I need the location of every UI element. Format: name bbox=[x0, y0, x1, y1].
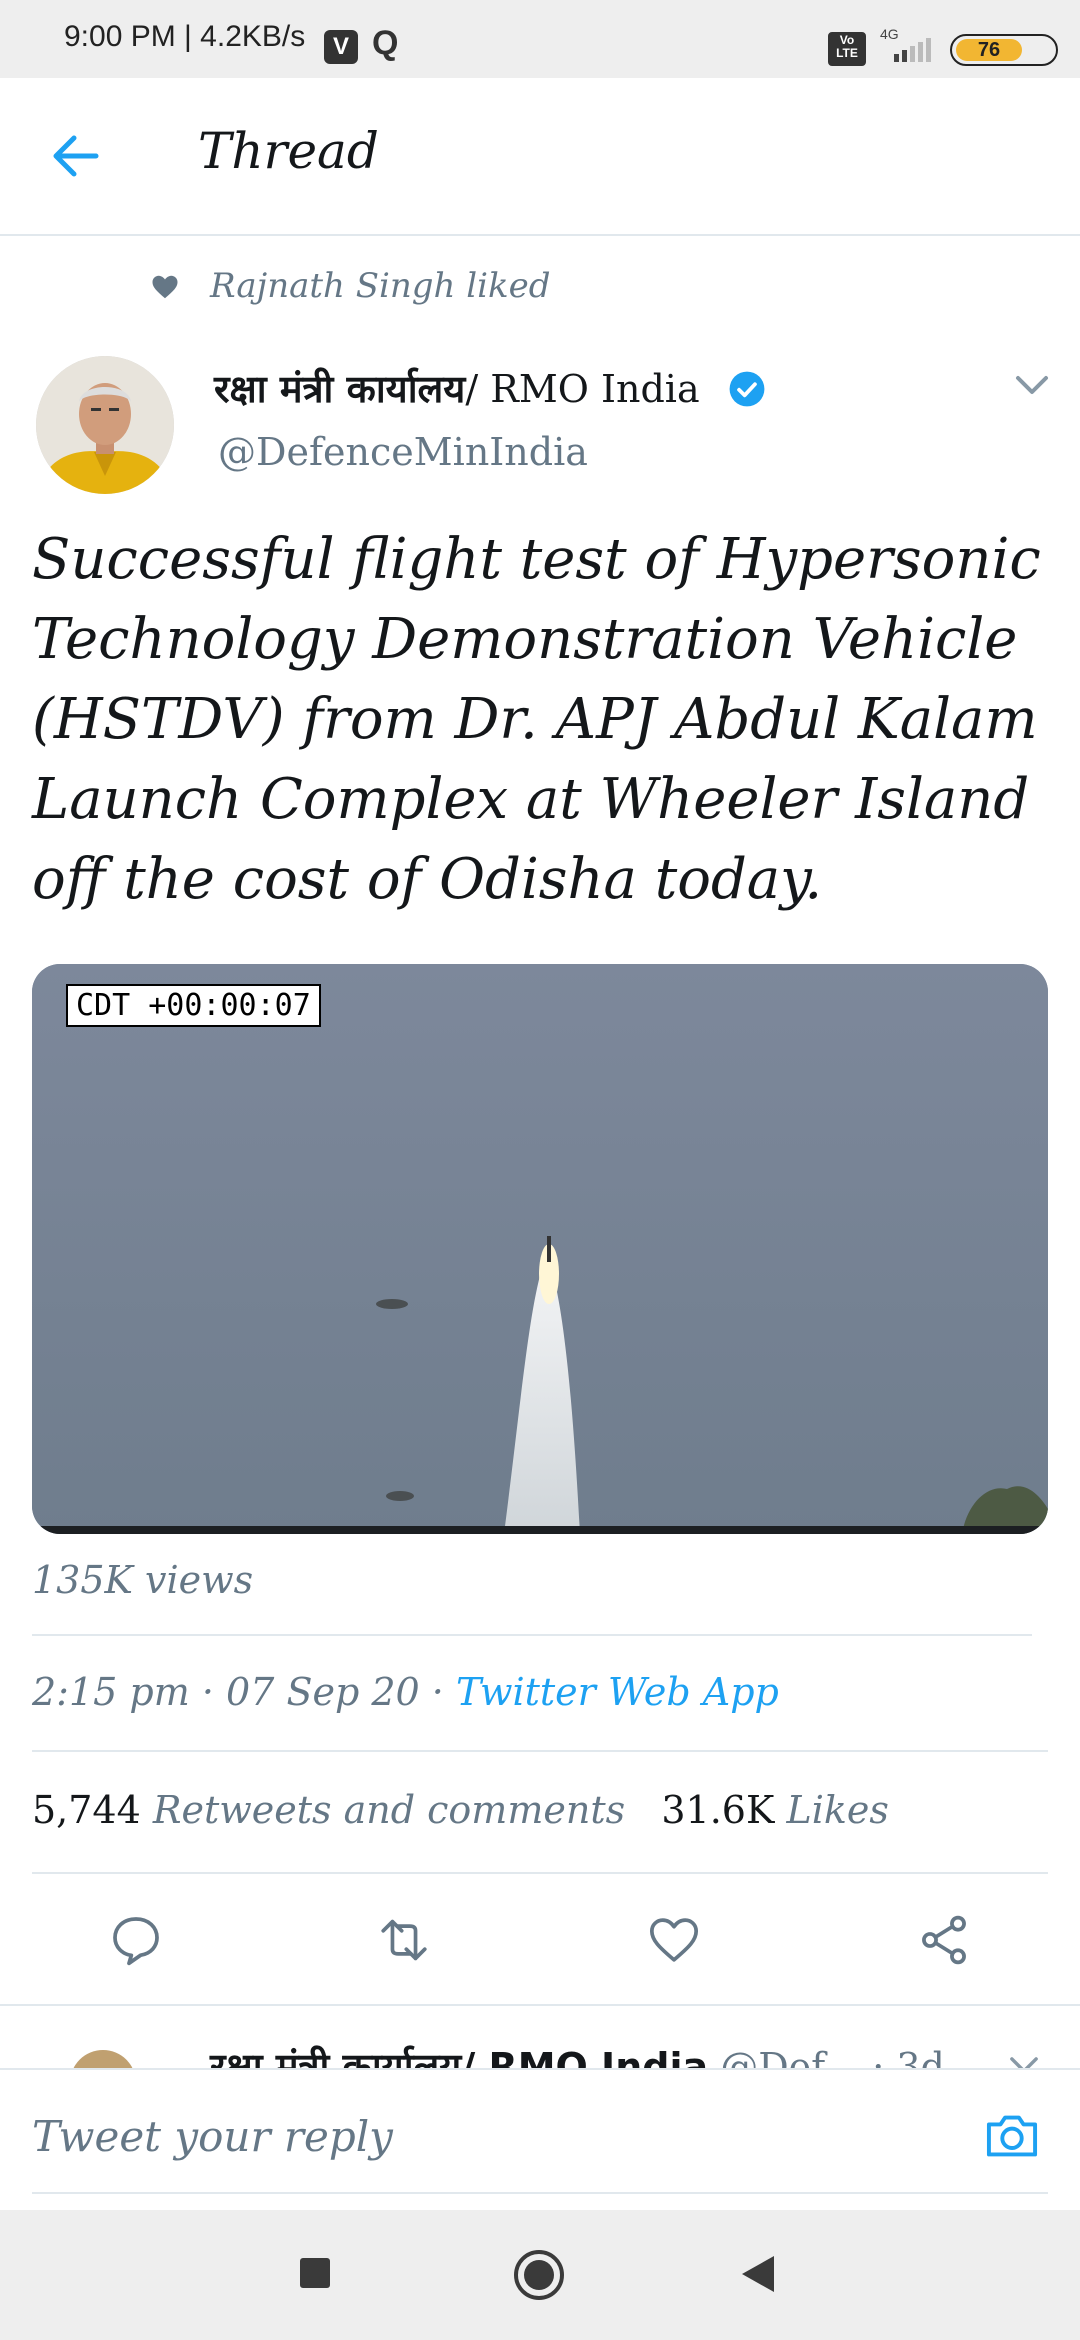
verified-badge-icon bbox=[728, 370, 766, 412]
author-name-latin: / RMO India bbox=[465, 367, 700, 411]
app-header bbox=[0, 78, 1080, 236]
back-arrow-icon[interactable] bbox=[46, 126, 106, 186]
author-name-hindi: रक्षा मंत्री कार्यालय bbox=[214, 367, 466, 411]
divider bbox=[0, 2004, 1080, 2006]
heart-outline-icon bbox=[649, 1918, 699, 1962]
video-timestamp-overlay: CDT +00:00:07 bbox=[66, 984, 321, 1027]
retweet-button[interactable] bbox=[364, 1900, 444, 1980]
author-handle[interactable]: @DefenceMinIndia bbox=[218, 430, 588, 474]
next-tweet-header: रक्षा मंत्री कार्यालय/ RMO India @Def...… bbox=[210, 2040, 945, 2068]
retweet-icon bbox=[381, 1919, 427, 1961]
tweet-text: Successful flight test of Hypersonic Tec… bbox=[32, 527, 1041, 912]
heart-icon bbox=[150, 272, 180, 306]
retweet-label[interactable]: Retweets and comments bbox=[153, 1788, 625, 1832]
like-count[interactable]: 31.6K bbox=[661, 1788, 774, 1832]
tweet-timestamp: 2:15 pm · 07 Sep 20 · bbox=[32, 1670, 456, 1714]
app-q-icon: Q bbox=[372, 24, 399, 62]
battery-icon: 76 bbox=[950, 34, 1058, 66]
divider bbox=[32, 1634, 1032, 1636]
back-icon[interactable] bbox=[740, 2254, 776, 2298]
avatar[interactable] bbox=[36, 356, 174, 494]
divider bbox=[32, 1872, 1048, 1874]
share-icon bbox=[922, 1915, 966, 1965]
tweet-stats: 5,744 Retweets and comments 31.6K Likes bbox=[32, 1788, 889, 1832]
retweet-count[interactable]: 5,744 bbox=[32, 1788, 141, 1832]
next-tweet-age: · 3d bbox=[872, 2045, 945, 2068]
like-button[interactable] bbox=[634, 1900, 714, 1980]
page-title: Thread bbox=[198, 122, 379, 180]
tweet-source-link[interactable]: Twitter Web App bbox=[456, 1670, 779, 1714]
liked-by-text: Rajnath Singh liked bbox=[210, 266, 551, 306]
reply-button[interactable] bbox=[96, 1900, 176, 1980]
comment-icon bbox=[113, 1917, 159, 1966]
share-button[interactable] bbox=[904, 1900, 984, 1980]
next-tweet-name: रक्षा मंत्री कार्यालय/ RMO India bbox=[210, 2045, 709, 2068]
view-count: 135K views bbox=[32, 1558, 254, 1602]
status-time-speed: 9:00 PM | 4.2KB/s bbox=[64, 20, 306, 53]
chevron-down-icon[interactable] bbox=[1012, 370, 1052, 404]
next-tweet-handle: @Def... bbox=[720, 2045, 861, 2068]
tweet-video[interactable]: CDT +00:00:07 bbox=[32, 964, 1048, 1534]
divider bbox=[32, 2192, 1048, 2194]
tweet-meta: 2:15 pm · 07 Sep 20 · Twitter Web App bbox=[32, 1670, 779, 1714]
recents-icon[interactable] bbox=[298, 2256, 332, 2294]
next-tweet-preview[interactable]: रक्षा मंत्री कार्यालय/ RMO India @Def...… bbox=[0, 2008, 1080, 2068]
battery-level: 76 bbox=[956, 39, 1022, 61]
divider bbox=[32, 1750, 1048, 1752]
app-v-icon: V bbox=[324, 30, 358, 64]
like-label[interactable]: Likes bbox=[786, 1788, 888, 1832]
home-icon[interactable] bbox=[512, 2248, 566, 2306]
chevron-down-icon[interactable] bbox=[1006, 2052, 1042, 2068]
reply-input[interactable]: Tweet your reply bbox=[32, 2112, 393, 2161]
camera-icon[interactable] bbox=[982, 2108, 1042, 2168]
signal-icon bbox=[880, 38, 936, 66]
author-name[interactable]: रक्षा मंत्री कार्यालय/ RMO India bbox=[214, 362, 700, 414]
volte-icon: Vo LTE bbox=[828, 32, 866, 66]
avatar bbox=[70, 2050, 136, 2068]
